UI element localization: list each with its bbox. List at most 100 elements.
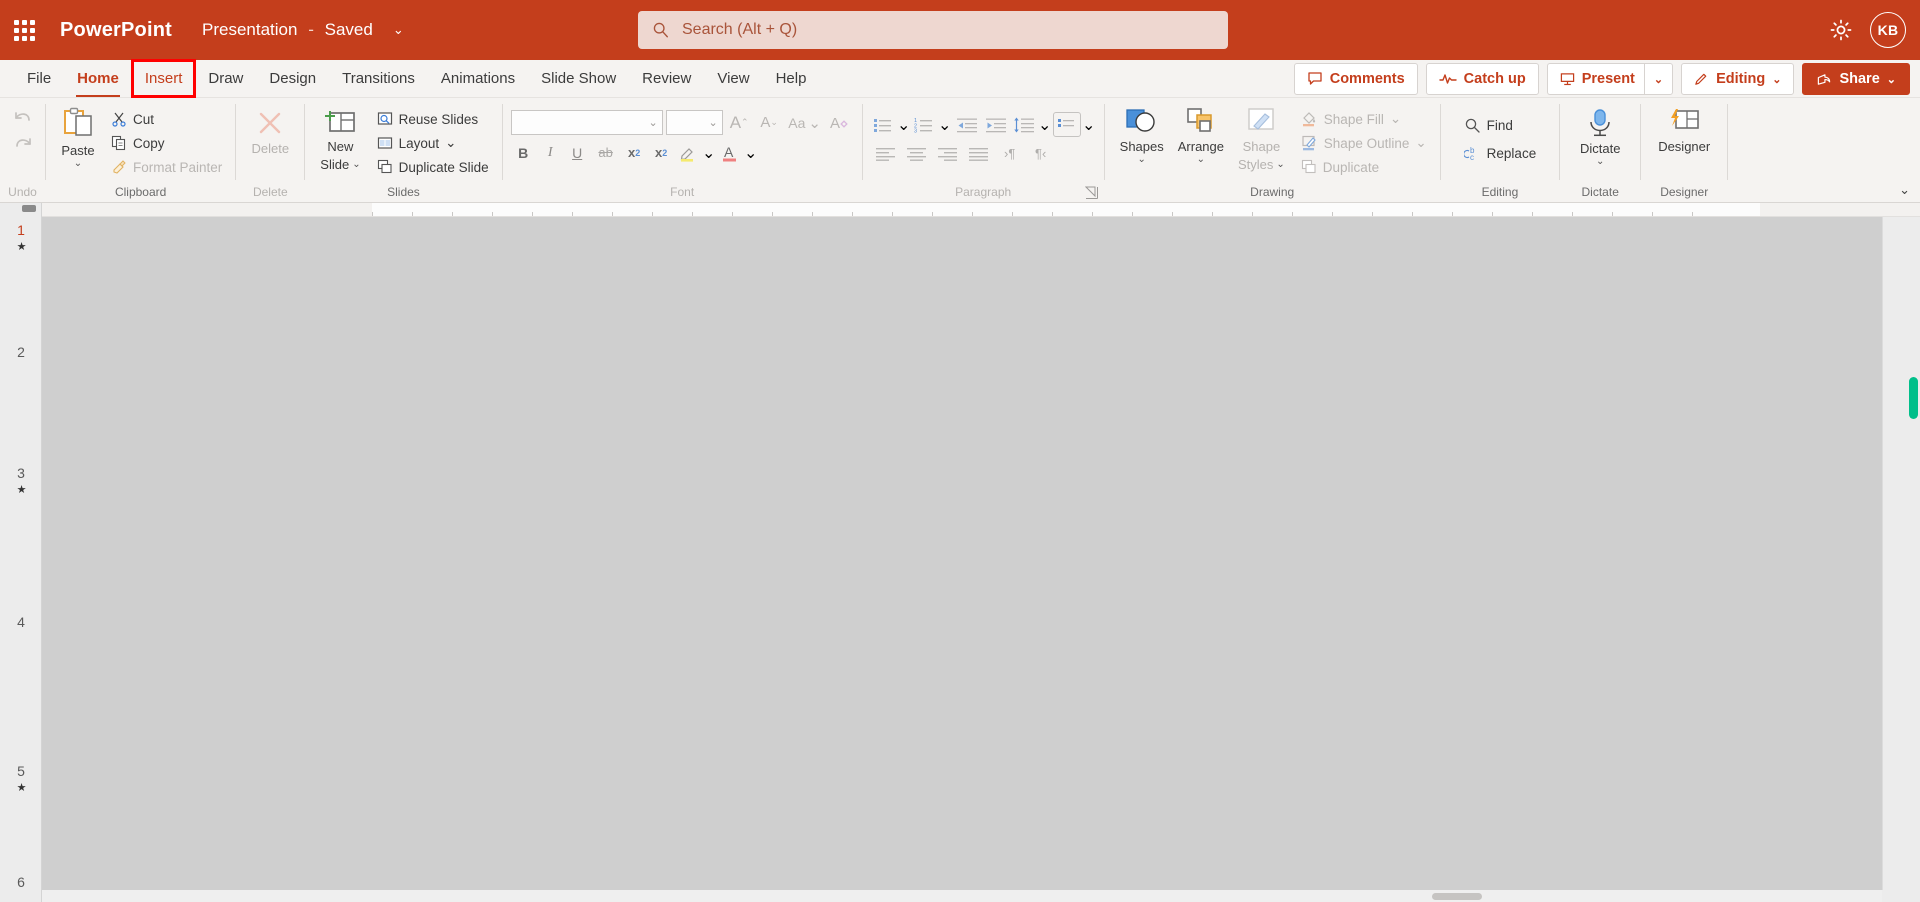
editing-mode-button[interactable]: Editing ⌄: [1681, 63, 1795, 95]
catch-up-button[interactable]: Catch up: [1425, 63, 1539, 95]
font-color-button[interactable]: A: [718, 140, 742, 165]
shape-outline-button[interactable]: Shape Outline ⌄: [1296, 131, 1432, 155]
grow-font-button[interactable]: A ⌃: [726, 110, 753, 135]
tab-home[interactable]: Home: [64, 60, 132, 97]
underline-button[interactable]: U: [565, 140, 590, 165]
shape-fill-icon: [1301, 111, 1318, 127]
decrease-indent-button[interactable]: [953, 112, 981, 137]
tab-animations[interactable]: Animations: [428, 60, 528, 97]
pane-resize-handle[interactable]: [22, 205, 36, 212]
slide-canvas[interactable]: [42, 217, 1882, 890]
horizontal-scrollbar-thumb[interactable]: [1432, 893, 1482, 900]
vertical-scrollbar-thumb[interactable]: [1909, 377, 1918, 419]
justify-button[interactable]: [964, 141, 994, 166]
superscript-button[interactable]: x2: [649, 140, 674, 165]
shrink-font-button[interactable]: A ⌄: [756, 110, 783, 135]
paragraph-dialog-launcher-icon[interactable]: [1084, 186, 1099, 200]
document-menu-chevron-down-icon[interactable]: ⌄: [393, 22, 404, 38]
change-case-button[interactable]: Aa ⌄: [786, 110, 824, 135]
tab-design[interactable]: Design: [256, 60, 329, 97]
layout-button[interactable]: Layout ⌄: [372, 131, 494, 155]
tab-transitions[interactable]: Transitions: [329, 60, 428, 97]
reuse-slides-button[interactable]: Reuse Slides: [372, 107, 494, 131]
comments-button[interactable]: Comments: [1293, 63, 1418, 95]
numbering-button[interactable]: 1 2 3: [912, 112, 937, 137]
collapse-ribbon-chevron-down-icon[interactable]: ⌄: [1899, 182, 1910, 198]
tab-insert[interactable]: Insert: [130, 59, 197, 98]
share-button[interactable]: Share ⌄: [1802, 63, 1910, 95]
font-color-dropdown-button[interactable]: ⌄: [744, 140, 758, 165]
slide-thumbnail-6[interactable]: 6: [0, 875, 41, 889]
tab-slide-show[interactable]: Slide Show: [528, 60, 629, 97]
delete-slide-button[interactable]: Delete: [244, 105, 296, 159]
rtl-text-direction-button[interactable]: ¶‹: [1026, 141, 1056, 166]
highlight-dropdown-button[interactable]: ⌄: [702, 140, 716, 165]
app-name: PowerPoint: [60, 18, 173, 41]
arrange-button[interactable]: Arrange ⌄: [1171, 105, 1231, 167]
group-label-paragraph: Paragraph: [955, 185, 1012, 199]
document-title[interactable]: Presentation - Saved: [202, 20, 373, 40]
columns-button[interactable]: [1052, 112, 1081, 137]
search-input[interactable]: Search (Alt + Q): [638, 11, 1228, 49]
slide-thumbnail-3[interactable]: 3 ★: [0, 466, 41, 496]
gear-icon[interactable]: [1828, 17, 1854, 43]
app-launcher-button[interactable]: [0, 0, 48, 60]
horizontal-scrollbar[interactable]: [42, 890, 1882, 902]
designer-button[interactable]: Designer: [1651, 105, 1717, 157]
slide-thumbnail-pane[interactable]: 1 ★ 2 3 ★ 4 5 ★ 6: [0, 203, 42, 902]
duplicate-shape-button[interactable]: Duplicate: [1296, 155, 1432, 179]
line-spacing-button[interactable]: [1011, 112, 1037, 137]
ruler-tick: [1612, 212, 1613, 216]
align-right-button[interactable]: [933, 141, 963, 166]
tab-help[interactable]: Help: [763, 60, 820, 97]
bullets-dropdown-button[interactable]: ⌄: [897, 112, 911, 137]
duplicate-slide-button[interactable]: Duplicate Slide: [372, 155, 494, 179]
align-center-button[interactable]: [902, 141, 932, 166]
clear-formatting-button[interactable]: A: [827, 110, 854, 135]
chevron-down-icon: ⌄: [708, 117, 718, 129]
subscript-button[interactable]: x2: [622, 140, 647, 165]
new-slide-button[interactable]: New Slide ⌄: [313, 105, 367, 175]
align-left-button[interactable]: [871, 141, 901, 166]
group-label-editing: Editing: [1481, 185, 1519, 199]
slide-thumbnail-5[interactable]: 5 ★: [0, 764, 41, 794]
ribbon-group-slides: New Slide ⌄ Reuse Slides Layout ⌄ Duplic…: [305, 98, 501, 202]
shape-styles-button[interactable]: Shape Styles ⌄: [1231, 105, 1292, 175]
tab-review[interactable]: Review: [629, 60, 704, 97]
present-dropdown-button[interactable]: ⌄: [1643, 63, 1674, 95]
redo-icon[interactable]: [11, 134, 35, 154]
line-spacing-dropdown-button[interactable]: ⌄: [1038, 112, 1052, 137]
shape-fill-button[interactable]: Shape Fill ⌄: [1296, 107, 1432, 131]
ltr-text-direction-button[interactable]: ›¶: [995, 141, 1025, 166]
font-size-combobox[interactable]: ⌄: [665, 110, 723, 135]
copy-button[interactable]: Copy: [106, 131, 227, 155]
slide-thumbnail-4[interactable]: 4: [0, 615, 41, 629]
paste-button[interactable]: Paste ⌄: [54, 105, 102, 171]
text-highlight-button[interactable]: [676, 140, 700, 165]
dictate-button[interactable]: Dictate ⌄: [1573, 105, 1627, 169]
numbering-dropdown-button[interactable]: ⌄: [938, 112, 952, 137]
tab-view[interactable]: View: [704, 60, 762, 97]
replace-button[interactable]: b c Replace: [1459, 139, 1542, 167]
columns-dropdown-button[interactable]: ⌄: [1082, 112, 1096, 137]
font-name-combobox[interactable]: ⌄: [510, 110, 663, 135]
avatar[interactable]: KB: [1870, 12, 1906, 48]
find-button[interactable]: Find: [1459, 111, 1542, 139]
format-painter-button[interactable]: Format Painter: [106, 155, 227, 179]
bullets-button[interactable]: [871, 112, 896, 137]
shapes-button[interactable]: Shapes ⌄: [1113, 105, 1171, 167]
present-button[interactable]: Present: [1546, 63, 1644, 95]
tab-draw[interactable]: Draw: [195, 60, 256, 97]
ribbon-group-dictate: Dictate ⌄ Dictate: [1560, 98, 1640, 202]
undo-icon[interactable]: [11, 108, 35, 128]
increase-indent-button[interactable]: [982, 112, 1010, 137]
bold-button[interactable]: B: [511, 140, 536, 165]
italic-button[interactable]: I: [538, 140, 563, 165]
cut-button[interactable]: Cut: [106, 107, 227, 131]
slide-thumbnail-2[interactable]: 2: [0, 345, 41, 359]
strikethrough-button[interactable]: ab: [592, 140, 620, 165]
slide-thumbnail-1[interactable]: 1 ★: [0, 223, 41, 253]
tab-file[interactable]: File: [14, 60, 64, 97]
vertical-scrollbar[interactable]: [1882, 217, 1920, 890]
slides-commands: Reuse Slides Layout ⌄ Duplicate Slide: [372, 105, 494, 179]
